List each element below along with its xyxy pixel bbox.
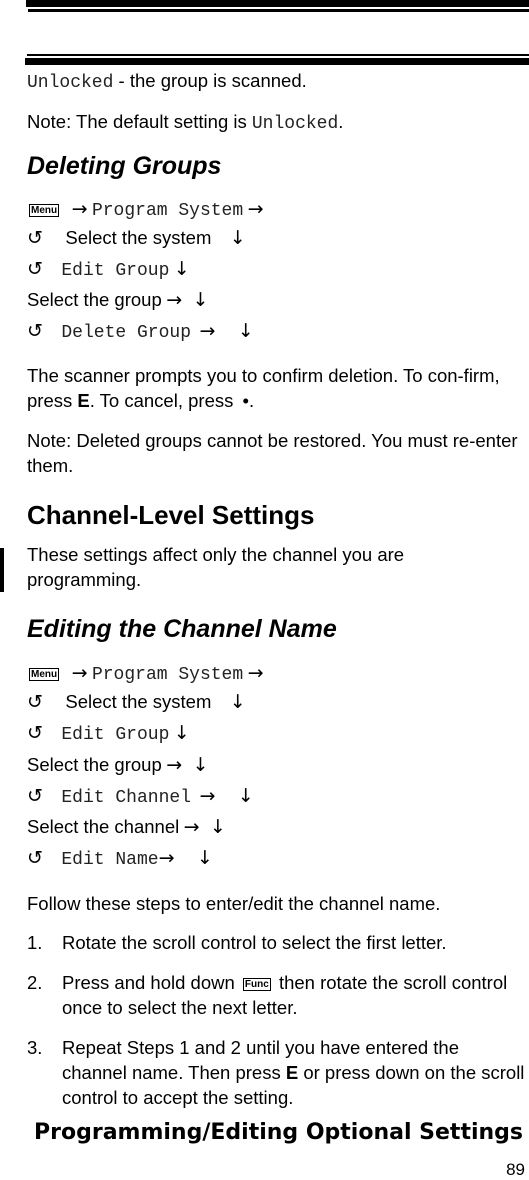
heading-deleting-groups: Deleting Groups xyxy=(27,152,222,180)
rotate-icon: ↺ xyxy=(27,258,43,280)
default-setting-note: Note: The default setting is Unlocked. xyxy=(27,111,343,134)
arrow-down-icon: ↓ xyxy=(229,691,246,713)
dg-step-3: ↺ Edit Group ↓ xyxy=(27,258,190,281)
arrow-right-icon: → xyxy=(71,662,88,684)
page-number: 89 xyxy=(506,1160,525,1179)
list-text: Press and hold down Func then rotate the… xyxy=(62,970,527,1020)
e-key: E xyxy=(285,1062,299,1083)
rotate-icon: ↺ xyxy=(27,847,43,869)
dg-step-5: ↺ Delete Group → ↓ xyxy=(27,320,254,343)
change-bar xyxy=(0,548,4,592)
arrow-right-icon: → xyxy=(166,754,183,776)
note-code: Unlocked xyxy=(251,114,339,134)
ec-step-4: Select the group → ↓ xyxy=(27,754,208,776)
arrow-down-icon: ↓ xyxy=(237,785,254,807)
list-text: Rotate the scroll control to select the … xyxy=(62,932,447,953)
note-suffix: . xyxy=(338,111,344,132)
para-text: . To cancel, press xyxy=(89,390,239,411)
list-number: 1. xyxy=(27,932,43,953)
dg-step-2: ↺ Select the system ↓ xyxy=(27,227,246,249)
ec-step-6: Select the channel → ↓ xyxy=(27,816,226,838)
edit-name-code: Edit Name xyxy=(61,850,159,870)
note-prefix: Note: The default setting is xyxy=(27,111,252,132)
heading-editing-channel-name: Editing the Channel Name xyxy=(27,615,337,643)
rotate-icon: ↺ xyxy=(27,785,43,807)
list-text-a: Press and hold down xyxy=(62,972,240,993)
select-system-text: Select the system xyxy=(65,691,212,712)
arrow-down-icon: ↓ xyxy=(192,754,209,776)
rotate-icon: ↺ xyxy=(27,227,43,249)
arrow-down-icon: ↓ xyxy=(173,258,190,280)
unlocked-description: Unlocked - the group is scanned. xyxy=(27,70,307,93)
edit-channel-code: Edit Channel xyxy=(61,788,191,808)
edit-group-code: Edit Group xyxy=(61,261,170,281)
arrow-down-icon: ↓ xyxy=(210,816,226,838)
unlocked-desc-text: - the group is scanned. xyxy=(113,70,307,91)
arrow-down-icon: ↓ xyxy=(192,289,209,311)
menu-key: Menu xyxy=(29,668,60,682)
arrow-right-icon: → xyxy=(199,320,216,342)
heading-channel-level-settings: Channel-Level Settings xyxy=(27,500,315,530)
deleted-groups-note: Note: Deleted groups cannot be restored.… xyxy=(27,430,518,476)
confirm-deletion-paragraph: The scanner prompts you to confirm delet… xyxy=(27,363,522,413)
section-rule-thick xyxy=(25,58,529,65)
ec-step-3: ↺ Edit Group ↓ xyxy=(27,722,190,745)
arrow-down-icon: ↓ xyxy=(196,847,213,869)
select-system-text: Select the system xyxy=(65,227,212,248)
rotate-icon: ↺ xyxy=(27,722,43,744)
rotate-icon: ↺ xyxy=(27,691,43,713)
arrow-right-icon: → xyxy=(199,785,216,807)
program-system-code: Program System xyxy=(91,665,244,685)
intro-paragraph: Follow these steps to enter/edit the cha… xyxy=(27,893,441,914)
func-key: Func xyxy=(242,977,271,991)
arrow-down-icon: ↓ xyxy=(173,722,190,744)
arrow-right-icon: → xyxy=(247,662,264,684)
arrow-right-icon: → xyxy=(183,816,200,838)
menu-key: Menu xyxy=(29,204,60,218)
section-rule-thin xyxy=(27,54,529,56)
rotate-icon: ↺ xyxy=(27,320,43,342)
select-group-text: Select the group xyxy=(27,289,162,310)
list-text: Repeat Steps 1 and 2 until you have ente… xyxy=(62,1035,527,1110)
unlocked-code: Unlocked xyxy=(27,73,114,93)
arrow-right-icon: → xyxy=(158,847,175,869)
select-group-text: Select the group xyxy=(27,754,162,775)
edit-group-code: Edit Group xyxy=(61,725,170,745)
ec-step-5: ↺ Edit Channel → ↓ xyxy=(27,785,254,808)
ec-step-1: Menu → Program System → xyxy=(29,662,264,685)
header-rule-thin xyxy=(28,9,529,12)
program-system-code: Program System xyxy=(91,201,244,221)
list-number: 3. xyxy=(27,1037,43,1058)
arrow-right-icon: → xyxy=(247,198,264,220)
header-rule-thick xyxy=(26,0,529,7)
ec-step-2: ↺ Select the system ↓ xyxy=(27,691,246,713)
e-key: E xyxy=(77,390,90,411)
delete-group-code: Delete Group xyxy=(61,323,191,343)
dg-step-1: Menu → Program System → xyxy=(29,198,264,221)
para-text: . xyxy=(248,390,255,411)
arrow-down-icon: ↓ xyxy=(237,320,254,342)
list-number: 2. xyxy=(27,972,43,993)
channel-level-paragraph: These settings affect only the channel y… xyxy=(27,544,405,590)
arrow-down-icon: ↓ xyxy=(229,227,246,249)
footer-section-title: Programming/Editing Optional Settings xyxy=(34,1120,523,1145)
arrow-right-icon: → xyxy=(71,198,88,220)
dg-step-4: Select the group → ↓ xyxy=(27,289,208,311)
ec-step-7: ↺ Edit Name→ ↓ xyxy=(27,847,213,870)
select-channel-text: Select the channel xyxy=(27,816,180,837)
arrow-right-icon: → xyxy=(166,289,183,311)
